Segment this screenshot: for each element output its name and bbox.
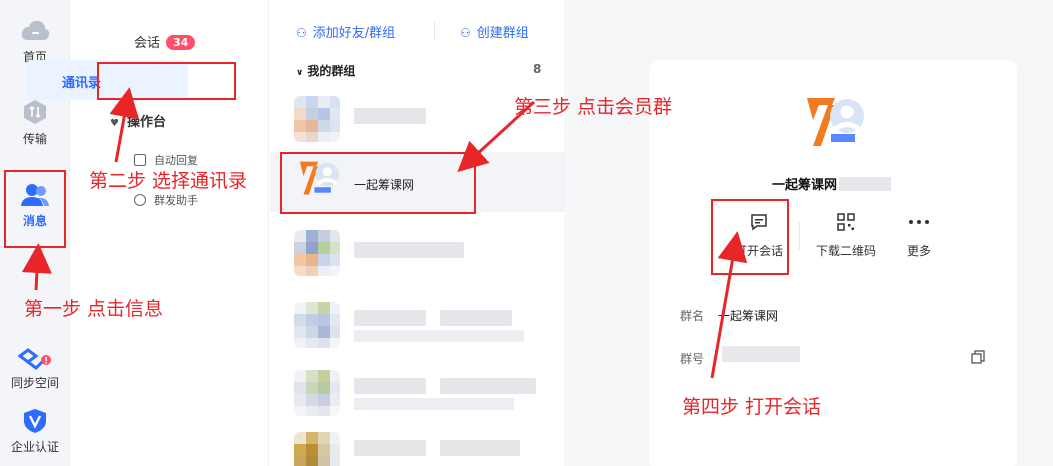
copy-icon[interactable] [971, 350, 985, 364]
rail-label-sync-space: 同步空间 [10, 376, 59, 390]
group-title-redacted [839, 177, 892, 191]
create-group-button[interactable]: ⚇ 创建群组 [460, 22, 529, 41]
group-name-redacted [354, 378, 426, 394]
group-row[interactable] [270, 424, 566, 466]
group-name-value: 一起筹课网 [718, 309, 779, 323]
group-avatar [294, 96, 340, 142]
rail-label-transfer: 传输 [22, 132, 47, 146]
download-qr-label: 下载二维码 [815, 244, 876, 258]
more-dots-icon [909, 220, 929, 224]
rail-item-verify[interactable]: 企业认证 [0, 408, 70, 455]
group-row[interactable] [270, 222, 566, 282]
annotation-step1: 第一步 点击信息 [24, 298, 164, 320]
nav-contacts[interactable]: 通讯录 [62, 72, 101, 91]
nav-sub-broadcast-label: 群发助手 [154, 194, 198, 207]
group-logo [807, 98, 864, 146]
annotation-box-step1 [4, 170, 66, 248]
group-icon: ⚇ [460, 26, 471, 40]
unread-badge: 34 [166, 35, 196, 50]
download-qr-button[interactable]: 下载二维码 [809, 212, 883, 259]
heart-icon: ♥ [110, 118, 119, 129]
chevron-down-icon: ∨ [296, 68, 304, 78]
auto-reply-icon [134, 154, 146, 166]
nav-sub-broadcast[interactable]: 群发助手 [134, 192, 198, 208]
group-avatar [294, 432, 340, 466]
rail-item-transfer[interactable]: 传输 [0, 98, 70, 147]
annotation-step2: 第二步 选择通讯录 [89, 170, 248, 192]
annotation-box-step4 [711, 199, 789, 275]
sync-space-icon [18, 348, 51, 370]
group-title: 一起筹课网 [772, 174, 892, 193]
transfer-icon [24, 100, 46, 124]
group-avatar [294, 370, 340, 416]
broadcast-icon [134, 194, 146, 206]
group-avatar [294, 302, 340, 348]
annotation-step4: 第四步 打开会话 [682, 396, 822, 418]
group-name-redacted [354, 242, 464, 258]
section-my-groups[interactable]: ∨ 我的群组 [296, 62, 355, 79]
section-title: 我的群组 [307, 64, 356, 78]
cloud-icon [21, 20, 50, 40]
create-group-label: 创建群组 [476, 26, 529, 41]
group-preview-redacted [354, 398, 514, 410]
annotation-step3: 第三步 点击会员群 [514, 96, 673, 118]
group-name-redacted [354, 440, 426, 456]
group-id-label: 群号 [680, 352, 705, 366]
nav-sessions[interactable]: 会话 34 [134, 32, 196, 51]
group-name-label: 群名 [680, 309, 705, 323]
nav-sessions-label: 会话 [134, 36, 161, 51]
rail-item-sync-space[interactable]: 同步空间 [0, 346, 70, 391]
group-name-redacted [440, 378, 536, 394]
group-avatar [294, 230, 340, 276]
rail-item-home[interactable]: 首页 [0, 18, 70, 65]
rail-label-verify: 企业认证 [10, 440, 59, 454]
add-friend-label: 添加好友/群组 [312, 26, 396, 41]
section-count: 8 [533, 62, 542, 76]
group-id-redacted [722, 346, 800, 362]
nav-workbench[interactable]: ♥ 操作台 [110, 111, 166, 130]
add-person-icon: ⚇ [296, 26, 307, 40]
more-label: 更多 [906, 244, 931, 258]
annotation-box-step3 [280, 152, 476, 214]
nav-workbench-label: 操作台 [126, 115, 166, 130]
annotation-box-step2 [97, 62, 236, 100]
group-name-redacted [354, 108, 426, 124]
group-row[interactable] [270, 294, 566, 354]
more-button[interactable]: 更多 [882, 212, 956, 259]
action-divider [799, 222, 800, 250]
group-name-redacted [440, 440, 520, 456]
qr-code-icon [837, 213, 855, 231]
group-preview-redacted [354, 330, 524, 342]
add-friend-button[interactable]: ⚇ 添加好友/群组 [296, 22, 395, 41]
group-name-redacted [354, 310, 426, 326]
group-name-redacted [440, 310, 512, 326]
toolbar-divider [434, 22, 435, 40]
group-title-text: 一起筹课网 [772, 178, 838, 193]
verify-shield-icon [24, 409, 46, 433]
group-row[interactable] [270, 362, 566, 422]
